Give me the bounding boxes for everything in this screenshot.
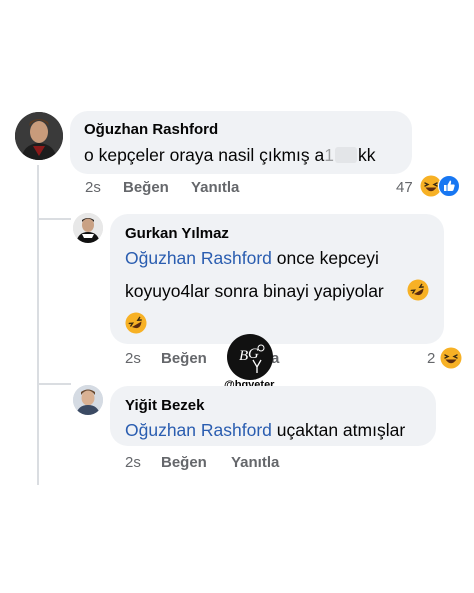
comment-text: koyuyo4lar sonra binayi yapiyolar — [125, 281, 384, 301]
avatar-yigit[interactable] — [73, 385, 103, 415]
avatar-gurkan[interactable] — [73, 213, 103, 243]
reaction-count[interactable]: 47 — [396, 179, 413, 196]
haha-emoji — [440, 347, 462, 369]
comment-text-line1: Oğuzhan Rashford once kepceyi — [125, 248, 379, 269]
thread-line-branch-2 — [37, 383, 71, 385]
comment-text: once kepceyi — [276, 248, 379, 268]
like-button[interactable]: Beğen — [123, 179, 169, 196]
comment-text-body: uçaktan atmışlar — [276, 420, 406, 440]
mention-link[interactable]: Oğuzhan Rashford — [125, 420, 272, 440]
reaction-count[interactable]: 2 — [427, 350, 435, 367]
comment-time: 2s — [85, 179, 101, 196]
like-emoji — [438, 175, 460, 197]
svg-text:G: G — [248, 346, 259, 362]
thread-line-vertical — [37, 165, 39, 485]
svg-text:B: B — [239, 348, 248, 364]
comment-text-censor-blur — [334, 147, 357, 163]
comment-author[interactable]: Oğuzhan Rashford — [84, 121, 218, 138]
rofl-emoji — [125, 312, 147, 334]
comment-text-censored: 1 — [324, 145, 334, 165]
watermark-logo: B G — [227, 334, 273, 380]
rofl-emoji — [407, 279, 429, 301]
like-button[interactable]: Beğen — [161, 350, 207, 367]
comment-text-line2: koyuyo4lar sonra binayi yapiyolar — [125, 281, 384, 302]
comment-time: 2s — [125, 454, 141, 471]
comment-time: 2s — [125, 350, 141, 367]
avatar-oguzhan[interactable] — [15, 112, 63, 160]
like-button[interactable]: Beğen — [161, 454, 207, 471]
comment-text: o kepçeler oraya nasil çıkmış a1 kk — [84, 145, 375, 166]
comment-author[interactable]: Gurkan Yılmaz — [125, 225, 229, 242]
comment-text: Oğuzhan Rashford uçaktan atmışlar — [125, 420, 405, 441]
reply-button[interactable]: Yanıtla — [191, 179, 239, 196]
comment-author[interactable]: Yiğit Bezek — [125, 397, 204, 414]
comment-text-end: kk — [357, 145, 376, 165]
thread-line-branch-1 — [37, 218, 71, 220]
mention-link[interactable]: Oğuzhan Rashford — [125, 248, 272, 268]
reply-button[interactable]: Yanıtla — [231, 454, 279, 471]
comment-text-main: o kepçeler oraya nasil çıkmış a — [84, 145, 325, 165]
